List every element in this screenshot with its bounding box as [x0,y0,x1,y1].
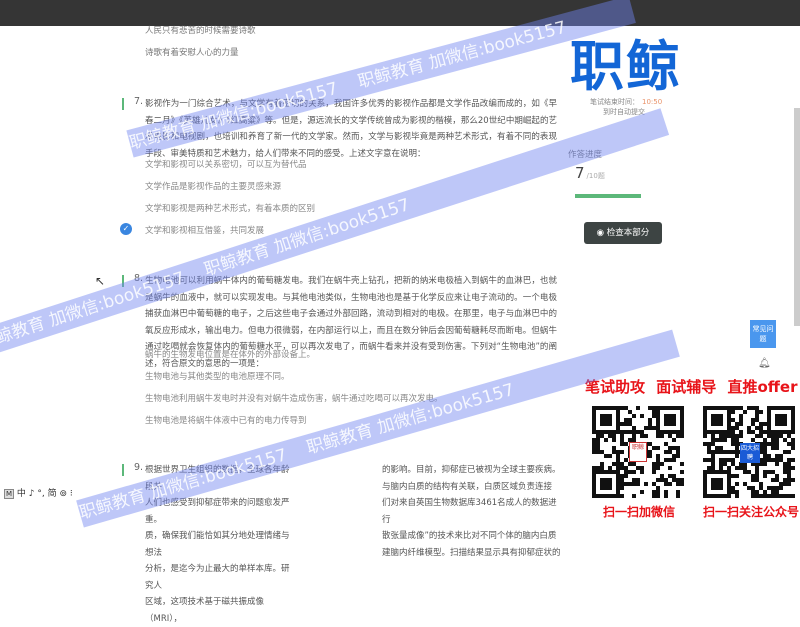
q9-stem-right: 的影响。目前，抑郁症已被视为全球主要疾病。 与脑内白质的结构有关联，白质区域负责… [382,462,562,561]
bell-icon[interactable]: 🔔︎ [758,358,771,369]
q8-option-a[interactable]: 蜗牛的生物发电位置是在体外的外部设备上。 [145,348,315,360]
faq-button[interactable]: 常见问题 [750,320,776,348]
progress-fill [575,194,641,198]
ime-icons[interactable]: 中 ♪ °, 简 ⊚ ⁝ [17,489,73,499]
q8-option-d[interactable]: 生物电池是将蜗牛体液中已有的电力传导到 [145,414,307,426]
stem-line: 与脑内白质的结构有关联，白质区域负责连接 [382,481,553,492]
question-stem: 影视作为一门综合艺术，与文学有着密切的关系，我国许多优秀的影视作品都是文学作品改… [145,99,557,159]
stem-line: 区域，这项技术基于磁共振成像（MRI）， [145,597,265,624]
q7-option-b[interactable]: 文学作品是影视作品的主要灵感来源 [145,180,281,192]
question-marker [122,98,124,110]
progress-bar [575,194,669,198]
auto-submit-note: 到时自动提交 [603,108,645,116]
stem-line: 建脑内纤维模型。扫描结果显示具有抑郁症状的 [382,547,561,558]
question-marker [122,464,124,476]
ime-toolbar[interactable]: M 中 ♪ °, 简 ⊚ ⁝ [4,486,73,499]
prev-option-c[interactable]: 人民只有悲苦的时候需要诗歌 [145,24,256,36]
question-marker [122,275,124,287]
scrollbar[interactable] [794,108,800,326]
q7-option-a[interactable]: 文学和影视可以关系密切，可以互为替代品 [145,158,307,170]
stem-line: 质，确保我们能恰如其分地处理情绪与想法 [145,531,290,558]
timer: 笔试结束时间： 10:50 [590,97,662,107]
progress-label: 作答进度 [568,150,603,160]
stem-line: 根据世界卫生组织的数据，全球各年龄段共 [145,465,290,492]
stem-line: 人们也感受到抑郁症带来的问题愈发严重。 [145,498,290,525]
question-number: 9. [134,462,144,473]
stem-line: 散张量成像”的技术来比对不同个体的脑内白质 [382,531,557,541]
promo-text: 笔试助攻 面试辅导 直推offer [585,378,798,396]
question-number: 8. [134,273,144,284]
eye-icon: ◉ [596,228,607,238]
timer-label: 笔试结束时间： [590,98,639,106]
selected-check-icon[interactable]: ✓ [120,223,132,235]
q7-option-d[interactable]: 文学和影视相互借鉴，共同发展 [145,224,264,236]
ime-mode[interactable]: M [4,489,15,499]
check-section-label: 检查本部分 [606,228,650,238]
mouse-cursor-icon: ↖ [95,274,106,288]
qr2-badge: 四大招聘 [740,443,760,463]
q9-stem-left: 根据世界卫生组织的数据，全球各年龄段共 人们也感受到抑郁症带来的问题愈发严重。 … [145,462,295,627]
check-section-button[interactable]: ◉ 检查本部分 [584,222,662,244]
q8-option-c[interactable]: 生物电池利用蜗牛发电时并没有对蜗牛造成伤害，蜗牛通过吃喝可以再次发电。 [145,392,443,404]
question-number: 7. [134,96,144,107]
progress-total: /10题 [586,172,605,180]
q8-option-b[interactable]: 生物电池与其他类型的电池原理不同。 [145,370,290,382]
timer-value: 10:50 [642,98,663,106]
progress-count: 7/10题 [575,163,605,182]
qr2-label: 扫一扫关注公众号 [703,505,800,519]
qr1-badge: 职鲸 [629,442,647,462]
stem-line: 分析，是迄今为止最大的单样本库。研究人 [145,564,290,591]
qr1-label: 扫一扫加微信 [603,505,676,519]
stem-line: 的影响。目前，抑郁症已被视为全球主要疾病。 [382,465,561,475]
logo: 职鲸 [570,35,682,98]
stem-line: 们对来自英国生物数据库3461名成人的数据进行 [382,498,557,525]
q7-option-c[interactable]: 文学和影视是两种艺术形式，有着本质的区别 [145,202,315,214]
progress-done: 7 [575,164,585,182]
prev-option-d[interactable]: 诗歌有着安慰人心的力量 [145,46,239,58]
